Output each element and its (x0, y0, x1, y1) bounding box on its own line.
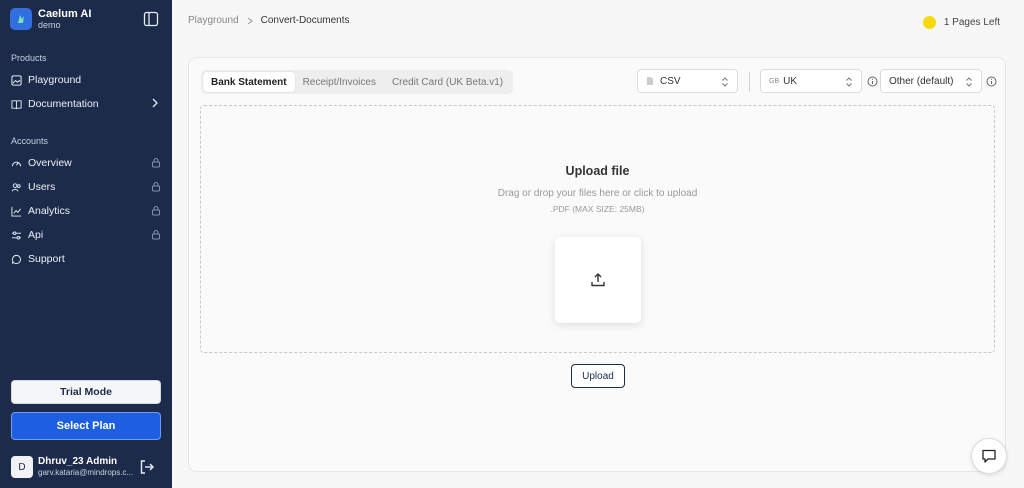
pages-left-indicator: 1 Pages Left (922, 16, 1000, 29)
sidebar-item-overview[interactable]: Overview (11, 154, 163, 172)
chevron-right-icon (247, 17, 253, 24)
sidebar-item-support[interactable]: Support (11, 250, 163, 268)
trial-mode-button[interactable]: Trial Mode (11, 380, 161, 404)
sidebar-item-label: Analytics (28, 205, 71, 217)
user-profile[interactable]: D Dhruv_23 Admin garv.kataria@mindrops.c… (11, 455, 161, 481)
upload-button[interactable]: Upload (571, 364, 625, 388)
sidebar-item-playground[interactable]: Playground (11, 71, 163, 89)
upload-icon (591, 273, 605, 287)
chat-icon (982, 449, 996, 463)
chat-icon (11, 254, 21, 264)
chart-icon (11, 206, 22, 217)
dropzone-note: .PDF (MAX SIZE: 25MB) (550, 204, 645, 214)
country-select-value: UK (783, 75, 798, 87)
chevron-updown-icon (966, 77, 972, 87)
sidebar-item-label: Playground (28, 74, 82, 86)
sidebar-item-users[interactable]: Users (11, 178, 163, 196)
avatar: D (11, 456, 33, 478)
tab-bank-statement[interactable]: Bank Statement (203, 72, 295, 92)
sidebar-item-label: Users (28, 181, 56, 193)
sidebar-item-api[interactable]: Api (11, 226, 163, 244)
convert-card: Bank Statement Receipt/Invoices Credit C… (188, 57, 1006, 472)
brand[interactable]: Caelum AI demo (10, 8, 91, 30)
image-icon (11, 74, 22, 86)
format-select[interactable]: CSV (637, 69, 738, 93)
lock-icon (152, 158, 160, 168)
brand-sub: demo (38, 20, 61, 30)
chat-support-button[interactable] (971, 438, 1007, 474)
users-icon (11, 182, 21, 191)
chevron-right-icon (152, 98, 158, 108)
breadcrumb: Playground Convert-Documents (188, 15, 350, 26)
info-icon[interactable] (867, 76, 878, 87)
select-plan-button[interactable]: Select Plan (11, 412, 161, 440)
country-select[interactable]: GB UK (760, 69, 862, 93)
format-select-value: CSV (660, 75, 681, 87)
file-dropzone[interactable]: Upload file Drag or drop your files here… (200, 105, 995, 353)
brand-name: Caelum AI (38, 8, 92, 20)
sidebar: Caelum AI demo Products Playground Docum… (0, 0, 172, 488)
chevron-updown-icon (722, 77, 728, 87)
dropzone-subtitle: Drag or drop your files here or click to… (497, 188, 698, 199)
sidebar-item-documentation[interactable]: Documentation (11, 95, 163, 113)
lock-icon (152, 182, 160, 192)
pages-left-text: 1 Pages Left (943, 17, 1000, 28)
sidebar-item-label: Support (28, 253, 65, 265)
info-icon[interactable] (986, 76, 997, 87)
upload-target[interactable] (555, 237, 641, 323)
sidebar-item-label: Documentation (28, 98, 99, 110)
brand-logo-icon (10, 8, 32, 30)
document-type-tabs: Bank Statement Receipt/Invoices Credit C… (201, 70, 514, 94)
book-icon (11, 99, 22, 109)
gauge-icon (11, 161, 22, 166)
user-email: garv.kataria@mindrops.c... (38, 468, 134, 477)
sidebar-item-analytics[interactable]: Analytics (11, 202, 163, 220)
file-icon (647, 77, 653, 85)
sidebar-item-label: Api (28, 229, 44, 241)
tab-receipt-invoices[interactable]: Receipt/Invoices (295, 72, 384, 92)
logout-icon[interactable] (139, 459, 155, 475)
chevron-updown-icon (846, 77, 852, 87)
sliders-icon (11, 230, 22, 240)
country-code: GB (769, 77, 780, 85)
breadcrumb-item-current: Convert-Documents (260, 15, 350, 26)
bank-select-value: Other (default) (889, 75, 954, 87)
dropzone-title: Upload file (565, 164, 630, 178)
status-dot-icon (922, 16, 936, 29)
tab-credit-card[interactable]: Credit Card (UK Beta.v1) (384, 72, 511, 92)
sidebar-item-label: Overview (28, 157, 72, 169)
bank-select[interactable]: Other (default) (880, 69, 982, 93)
divider (749, 72, 750, 92)
lock-icon (152, 206, 160, 216)
lock-icon (152, 230, 160, 240)
user-name: Dhruv_23 Admin (38, 456, 118, 467)
breadcrumb-item-playground[interactable]: Playground (188, 15, 239, 26)
sidebar-toggle-icon[interactable] (143, 11, 159, 27)
section-label-products: Products (11, 53, 47, 63)
section-label-accounts: Accounts (11, 136, 49, 146)
